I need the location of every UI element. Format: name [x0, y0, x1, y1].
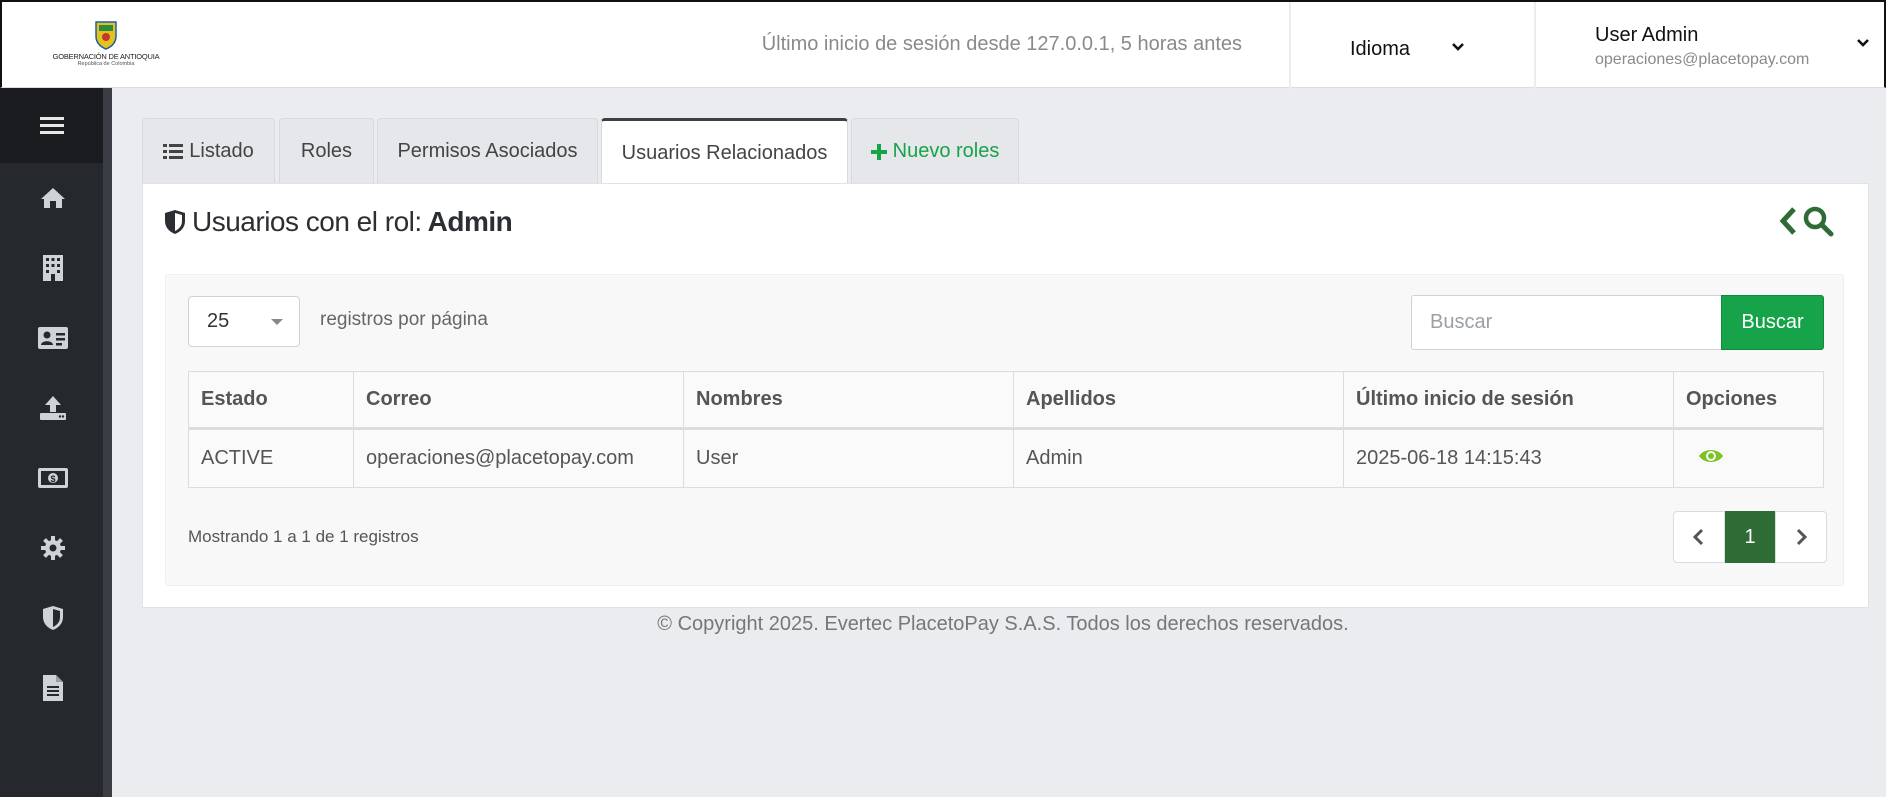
table-row: ACTIVE operaciones@placetopay.com User A… — [188, 428, 1824, 488]
logo-title: GOBERNACIÓN DE ANTIOQUIA — [52, 52, 160, 61]
cell-apellidos: Admin — [1013, 428, 1344, 488]
column-header-opciones: Opciones — [1673, 371, 1824, 430]
id-card-icon[interactable] — [38, 327, 68, 349]
search-input[interactable] — [1411, 295, 1721, 350]
per-page-select[interactable]: 25 — [188, 296, 300, 347]
column-header-nombres[interactable]: Nombres — [683, 371, 1014, 430]
top-header: GOBERNACIÓN DE ANTIOQUIA República de Co… — [0, 0, 1886, 90]
sidebar-item-users[interactable] — [38, 323, 68, 353]
header-divider — [1534, 2, 1536, 90]
eye-icon[interactable] — [1698, 447, 1724, 465]
pagination-summary: Mostrando 1 a 1 de 1 registros — [188, 527, 419, 546]
document-icon[interactable] — [42, 674, 64, 702]
gear-icon[interactable] — [40, 535, 66, 561]
sidebar-item-payments[interactable]: $ — [38, 463, 68, 493]
search-icon[interactable] — [1802, 205, 1834, 237]
page-button-current[interactable]: 1 — [1725, 511, 1775, 563]
menu-icon[interactable] — [39, 115, 64, 137]
home-icon[interactable] — [40, 186, 66, 210]
chevron-left-icon — [1692, 528, 1704, 546]
menu-toggle[interactable] — [0, 88, 103, 163]
panel-actions — [1778, 205, 1834, 237]
tab-listado[interactable]: Listado — [142, 118, 275, 184]
title-role: Admin — [427, 206, 513, 237]
logo-subtitle: República de Colombia — [77, 61, 135, 67]
shield-icon — [165, 210, 185, 234]
plus-icon — [870, 143, 887, 160]
cell-ultimo-inicio: 2025-06-18 14:15:43 — [1343, 428, 1674, 488]
cell-correo: operaciones@placetopay.com — [353, 428, 684, 488]
chevron-down-icon[interactable] — [1449, 38, 1467, 56]
logo: GOBERNACIÓN DE ANTIOQUIA República de Co… — [52, 20, 160, 68]
list-icon — [163, 144, 184, 159]
tab-label: Roles — [300, 140, 353, 162]
tab-label: Nuevo roles — [892, 140, 1000, 162]
users-table: Estado Correo Nombres Apellidos Último i… — [188, 371, 1824, 488]
per-page-label: registros por página — [320, 309, 488, 330]
column-header-apellidos[interactable]: Apellidos — [1013, 371, 1344, 430]
next-page-button[interactable] — [1775, 511, 1827, 563]
crest-icon — [95, 21, 117, 50]
search-button[interactable]: Buscar — [1721, 295, 1824, 350]
tab-nuevo-roles[interactable]: Nuevo roles — [851, 118, 1019, 184]
title-prefix: Usuarios con el rol: — [192, 206, 422, 237]
chevron-down-icon[interactable] — [1854, 34, 1872, 52]
tab-label: Permisos Asociados — [397, 140, 578, 162]
header-divider — [1289, 2, 1291, 90]
view-button[interactable] — [1698, 447, 1724, 465]
prev-page-button[interactable] — [1673, 511, 1725, 563]
svg-text:$: $ — [50, 474, 55, 484]
tab-permisos-asociados[interactable]: Permisos Asociados — [377, 118, 598, 184]
cell-opciones — [1673, 428, 1824, 488]
tab-usuarios-relacionados[interactable]: Usuarios Relacionados — [601, 118, 848, 185]
building-icon[interactable] — [42, 254, 64, 282]
cell-nombres: User — [683, 428, 1014, 488]
sidebar-item-upload[interactable] — [38, 393, 68, 423]
language-selector[interactable]: Idioma — [1350, 38, 1410, 61]
chevron-right-icon — [1796, 528, 1808, 546]
sidebar-item-reports[interactable] — [38, 673, 68, 703]
sidebar: $ — [0, 88, 112, 797]
table-header-row: Estado Correo Nombres Apellidos Último i… — [188, 371, 1824, 430]
user-email: operaciones@placetopay.com — [1595, 51, 1810, 68]
tab-roles[interactable]: Roles — [279, 118, 374, 184]
sidebar-item-home[interactable] — [38, 183, 68, 213]
column-header-estado[interactable]: Estado — [188, 371, 354, 430]
money-icon[interactable]: $ — [38, 468, 68, 488]
pagination: 1 — [1673, 511, 1827, 563]
sidebar-item-companies[interactable] — [38, 253, 68, 283]
back-chevron-icon[interactable] — [1778, 206, 1798, 236]
column-header-correo[interactable]: Correo — [353, 371, 684, 430]
page-title: Usuarios con el rol: Admin — [164, 206, 513, 238]
upload-icon[interactable] — [39, 395, 67, 421]
column-header-ultimo-inicio[interactable]: Último inicio de sesión — [1343, 371, 1674, 430]
tab-label: Usuarios Relacionados — [621, 141, 828, 164]
user-name[interactable]: User Admin — [1595, 24, 1698, 47]
sidebar-item-settings[interactable] — [38, 533, 68, 563]
cell-estado: ACTIVE — [188, 428, 354, 488]
tab-label: Listado — [189, 140, 254, 162]
last-login-text: Último inicio de sesión desde 127.0.0.1,… — [761, 33, 1242, 55]
per-page-value: 25 — [207, 310, 230, 332]
footer-copyright: © Copyright 2025. Evertec PlacetoPay S.A… — [657, 613, 1349, 635]
caret-down-icon — [271, 319, 283, 325]
